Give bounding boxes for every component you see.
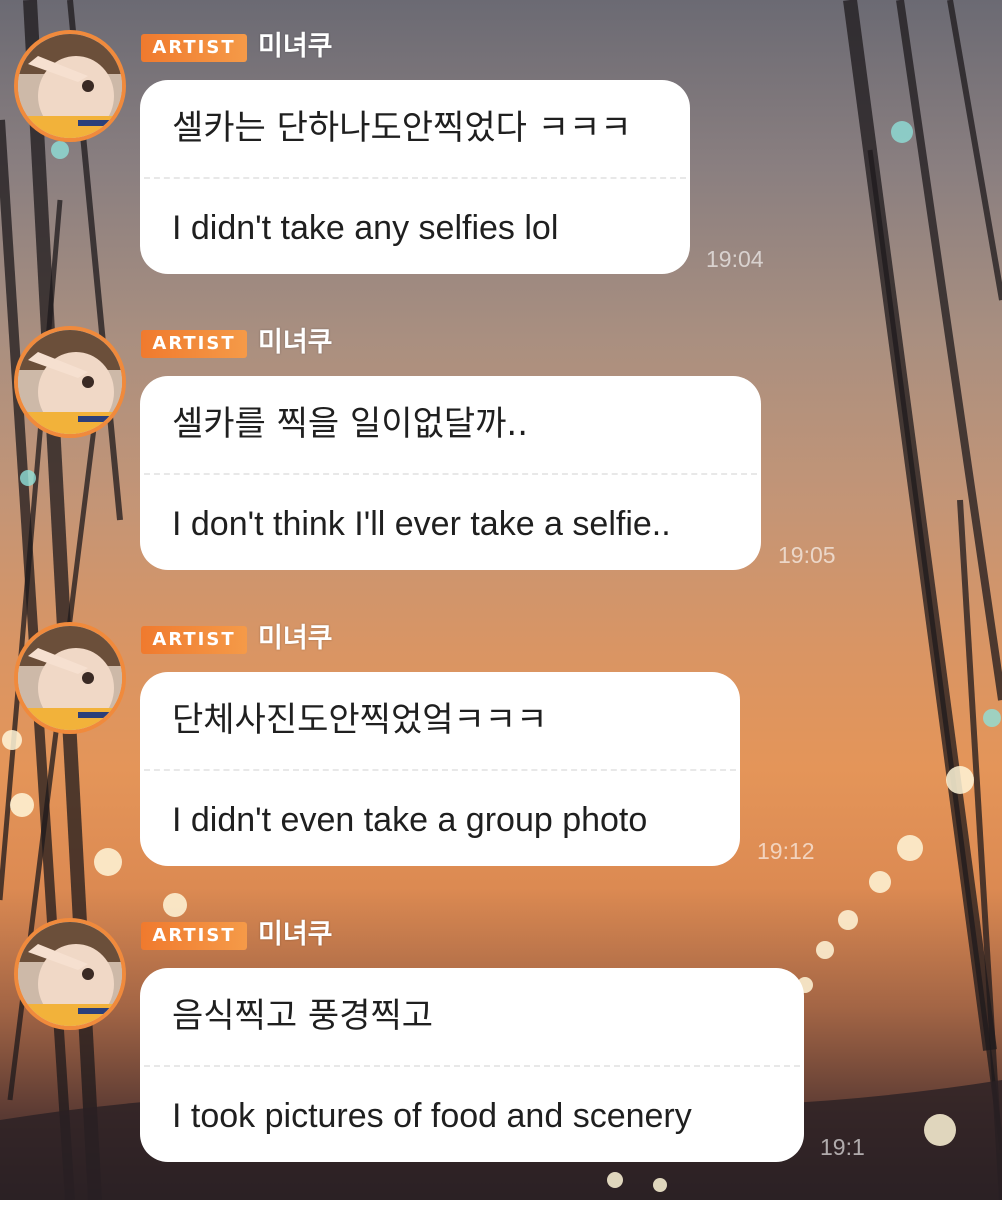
message-text-korean: 단체사진도안찍었엌ㅋㅋㅋ <box>172 700 548 740</box>
artist-badge: ARTIST <box>141 626 247 654</box>
author-name[interactable]: 미녀쿠 <box>258 326 333 360</box>
chat-message: ARTIST 미녀쿠 셀카를 찍을 일이없달까.. I don't think … <box>0 322 1002 618</box>
translation-divider <box>144 769 736 771</box>
message-bubble[interactable]: 단체사진도안찍었엌ㅋㅋㅋ I didn't even take a group … <box>140 672 740 866</box>
translation-divider <box>144 177 686 179</box>
message-bubble[interactable]: 셀카를 찍을 일이없달까.. I don't think I'll ever t… <box>140 376 761 570</box>
message-timestamp: 19:05 <box>778 542 836 568</box>
translation-divider <box>144 473 757 475</box>
message-text-korean: 셀카는 단하나도안찍었다 ㅋㅋㅋ <box>172 108 632 148</box>
avatar[interactable] <box>14 326 126 438</box>
artist-badge: ARTIST <box>141 330 247 358</box>
message-bubble[interactable]: 음식찍고 풍경찍고 I took pictures of food and sc… <box>140 968 804 1162</box>
chat-message: ARTIST 미녀쿠 셀카는 단하나도안찍었다 ㅋㅋㅋ I didn't tak… <box>0 26 1002 322</box>
artist-badge: ARTIST <box>141 34 247 62</box>
chat-message: ARTIST 미녀쿠 음식찍고 풍경찍고 I took pictures of … <box>0 914 1002 1210</box>
avatar[interactable] <box>14 30 126 142</box>
author-name[interactable]: 미녀쿠 <box>258 918 333 952</box>
avatar[interactable] <box>14 918 126 1030</box>
message-timestamp: 19:1 <box>820 1134 865 1160</box>
avatar[interactable] <box>14 622 126 734</box>
author-name[interactable]: 미녀쿠 <box>258 30 333 64</box>
message-text-translation: I took pictures of food and scenery <box>172 1097 692 1135</box>
message-timestamp: 19:04 <box>706 246 764 272</box>
message-text-translation: I didn't even take a group photo <box>172 801 648 839</box>
message-text-korean: 셀카를 찍을 일이없달까.. <box>172 404 529 444</box>
author-name[interactable]: 미녀쿠 <box>258 622 333 656</box>
message-bubble[interactable]: 셀카는 단하나도안찍었다 ㅋㅋㅋ I didn't take any selfi… <box>140 80 690 274</box>
message-text-translation: I didn't take any selfies lol <box>172 209 559 247</box>
message-text-korean: 음식찍고 풍경찍고 <box>172 996 434 1036</box>
translation-divider <box>144 1065 800 1067</box>
message-text-translation: I don't think I'll ever take a selfie.. <box>172 505 671 543</box>
message-timestamp: 19:12 <box>757 838 815 864</box>
artist-badge: ARTIST <box>141 922 247 950</box>
chat-message: ARTIST 미녀쿠 단체사진도안찍었엌ㅋㅋㅋ I didn't even ta… <box>0 618 1002 914</box>
